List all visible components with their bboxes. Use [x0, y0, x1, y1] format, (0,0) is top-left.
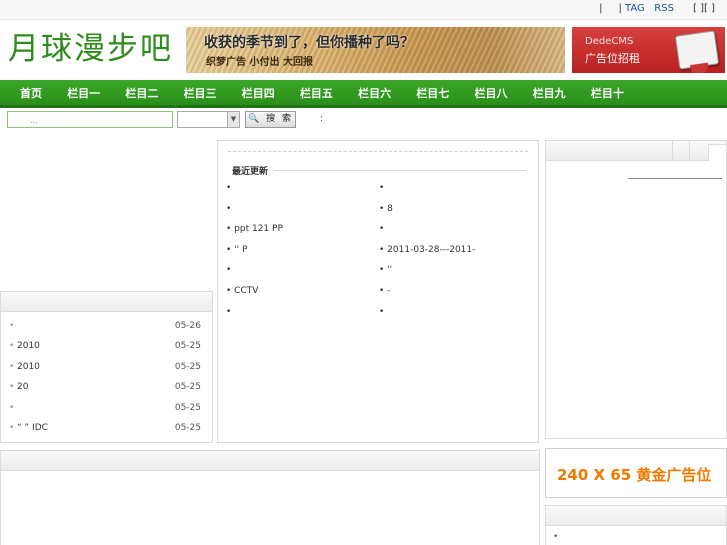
- banner-brand: DedeCMS: [585, 36, 634, 47]
- list-item[interactable]: •: [379, 219, 531, 240]
- item-date: 05-25: [174, 361, 201, 372]
- panel-header: [1, 451, 539, 471]
- search-icon: 🔍: [248, 114, 262, 124]
- bracket-links[interactable]: [ ][ ]: [693, 3, 715, 14]
- search-button-label: 搜 索: [266, 114, 293, 124]
- list-item[interactable]: •: [226, 260, 376, 281]
- separator: |: [618, 3, 622, 14]
- list-item[interactable]: •: [226, 178, 376, 199]
- nav-item[interactable]: 栏目三: [184, 80, 217, 108]
- tab-active[interactable]: [708, 144, 727, 161]
- tab-divider: [689, 141, 690, 160]
- tag-link[interactable]: TAG: [625, 3, 645, 14]
- list-item[interactable]: • 05-25: [1, 398, 212, 418]
- item-title[interactable]: 2010: [17, 336, 40, 356]
- list-item[interactable]: • '' P: [226, 240, 376, 261]
- ad-banner-harvest[interactable]: 收获的季节到了，但你播种了吗？ 织梦广告 小付出 大回报: [186, 27, 565, 73]
- bullet-icon: •: [9, 382, 15, 393]
- top-links: | | TAG RSS [ ][ ]: [599, 3, 715, 14]
- item-date: 05-25: [174, 402, 201, 413]
- item-date: 05-25: [174, 422, 201, 433]
- list-item[interactable]: • 2010 05-25: [1, 357, 212, 377]
- search-type-select[interactable]: ▼: [177, 111, 240, 128]
- list-item[interactable]: • '': [379, 260, 531, 281]
- list-item[interactable]: • 2010 05-25: [1, 336, 212, 356]
- list-item[interactable]: •: [379, 302, 531, 323]
- recent-updates-panel: 最近更新 • • • ppt 121 PP • '' P • • CCTV • …: [217, 140, 539, 443]
- list-item[interactable]: • 20 05-25: [1, 377, 212, 397]
- ad-banner-dedecms[interactable]: DedeCMS 广告位招租: [572, 27, 725, 73]
- list-item[interactable]: • 8: [379, 199, 531, 220]
- tab-header: [546, 141, 727, 161]
- list-item[interactable]: •: [379, 178, 531, 199]
- nav-item[interactable]: 栏目七: [416, 80, 449, 108]
- news-list: • 05-26 • 2010 05-25 • 2010 05-25 • 20 05-25 • 0…: [1, 316, 212, 438]
- signboard-icon: [674, 30, 720, 70]
- chevron-down-icon[interactable]: ▼: [227, 112, 239, 127]
- divider: [628, 178, 722, 179]
- search-input[interactable]: [7, 111, 173, 128]
- list-item[interactable]: •: [226, 302, 376, 323]
- nav-item[interactable]: 栏目四: [242, 80, 275, 108]
- nav-item[interactable]: 栏目八: [475, 80, 508, 108]
- panel-header: [546, 506, 726, 526]
- left-news-panel: • 05-26 • 2010 05-25 • 2010 05-25 • 20 05-25 • 0…: [0, 291, 213, 443]
- search-bar: ▼ 🔍 搜 索 :: [0, 111, 727, 131]
- main-nav: 首页 栏目一 栏目二 栏目三 栏目四 栏目五 栏目六 栏目七 栏目八 栏目九 栏…: [0, 80, 727, 108]
- list-item[interactable]: • CCTV: [226, 281, 376, 302]
- bullet-icon: •: [9, 422, 15, 433]
- bullet-icon: •: [553, 532, 559, 542]
- divider: [232, 170, 526, 171]
- list-item[interactable]: • 2011-03-28---2011-: [379, 240, 531, 261]
- list-item[interactable]: • 05-26: [1, 316, 212, 336]
- top-bar: | | TAG RSS [ ][ ]: [0, 0, 727, 20]
- list-item[interactable]: •: [226, 199, 376, 220]
- bullet-icon: •: [9, 402, 15, 413]
- divider: [228, 151, 528, 152]
- banner-slogan: 广告位招租: [585, 52, 640, 65]
- nav-item[interactable]: 栏目二: [125, 80, 158, 108]
- right-tab-panel: [545, 140, 727, 439]
- bullet-icon: •: [9, 361, 15, 372]
- item-date: 05-25: [174, 341, 201, 352]
- nav-item[interactable]: 栏目六: [358, 80, 391, 108]
- panel-header: [1, 292, 212, 312]
- tab-divider: [672, 141, 673, 160]
- ad-text: 240 X 65 黄金广告位: [557, 466, 712, 484]
- nav-item-home[interactable]: 首页: [20, 80, 42, 108]
- nav-item[interactable]: 栏目五: [300, 80, 333, 108]
- nav-item[interactable]: 栏目九: [533, 80, 566, 108]
- banner-headline: 收获的季节到了，但你播种了吗？: [204, 35, 414, 51]
- item-title[interactable]: 2010: [17, 357, 40, 377]
- search-button[interactable]: 🔍 搜 索: [245, 111, 296, 128]
- item-date: 05-25: [174, 382, 201, 393]
- item-title[interactable]: 20: [17, 377, 28, 397]
- nav-item[interactable]: 栏目一: [67, 80, 100, 108]
- bottom-panel: [0, 450, 540, 545]
- list-item[interactable]: • “ ” IDC 05-25: [1, 418, 212, 438]
- nav-list: 首页 栏目一 栏目二 栏目三 栏目四 栏目五 栏目六 栏目七 栏目八 栏目九 栏…: [20, 80, 646, 108]
- site-logo[interactable]: 月球漫步吧: [8, 27, 176, 71]
- item-title[interactable]: “ ” IDC: [17, 418, 48, 438]
- banner-subline: 织梦广告 小付出 大回报: [206, 57, 313, 68]
- updates-column-right: • • 8 • • 2011-03-28---2011- • '' • - •: [379, 178, 531, 322]
- item-date: 05-26: [174, 321, 201, 331]
- section-title: 最近更新: [232, 164, 275, 177]
- updates-column-left: • • • ppt 121 PP • '' P • • CCTV •: [226, 178, 376, 322]
- right-bottom-panel: •: [545, 505, 727, 545]
- rss-link[interactable]: RSS: [654, 3, 674, 14]
- search-hint: :: [320, 114, 324, 124]
- gold-ad-slot[interactable]: 240 X 65 黄金广告位: [545, 448, 727, 498]
- bullet-icon: •: [9, 341, 15, 352]
- nav-item[interactable]: 栏目十: [591, 80, 624, 108]
- separator: |: [599, 3, 603, 14]
- list-item[interactable]: • ppt 121 PP: [226, 219, 376, 240]
- list-item[interactable]: • -: [379, 281, 531, 302]
- bullet-icon: •: [9, 321, 15, 331]
